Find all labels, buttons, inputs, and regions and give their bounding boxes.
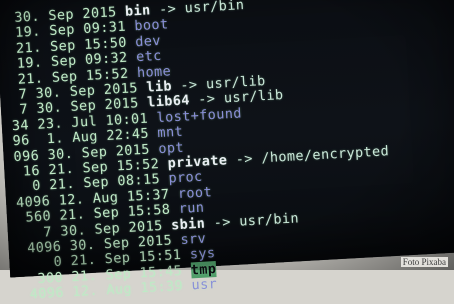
file-name: usr [191,276,218,294]
link-target: usr/lib [223,87,284,107]
link-arrow: -> [213,213,232,231]
file-name: lost+found [156,105,243,126]
photo-credit: Foto Pixaba [400,257,448,267]
link-arrow: -> [197,91,216,109]
file-name: boot [133,16,169,35]
link-target: usr/bin [184,0,245,17]
link-target: usr/bin [238,209,300,230]
link-target: /home/encrypted [260,143,390,167]
link-arrow: -> [158,0,177,18]
terminal-photo: 30. Sep 2015 bin -> usr/bin 19. Sep 09:3… [0,0,454,303]
link-arrow: -> [235,150,254,168]
